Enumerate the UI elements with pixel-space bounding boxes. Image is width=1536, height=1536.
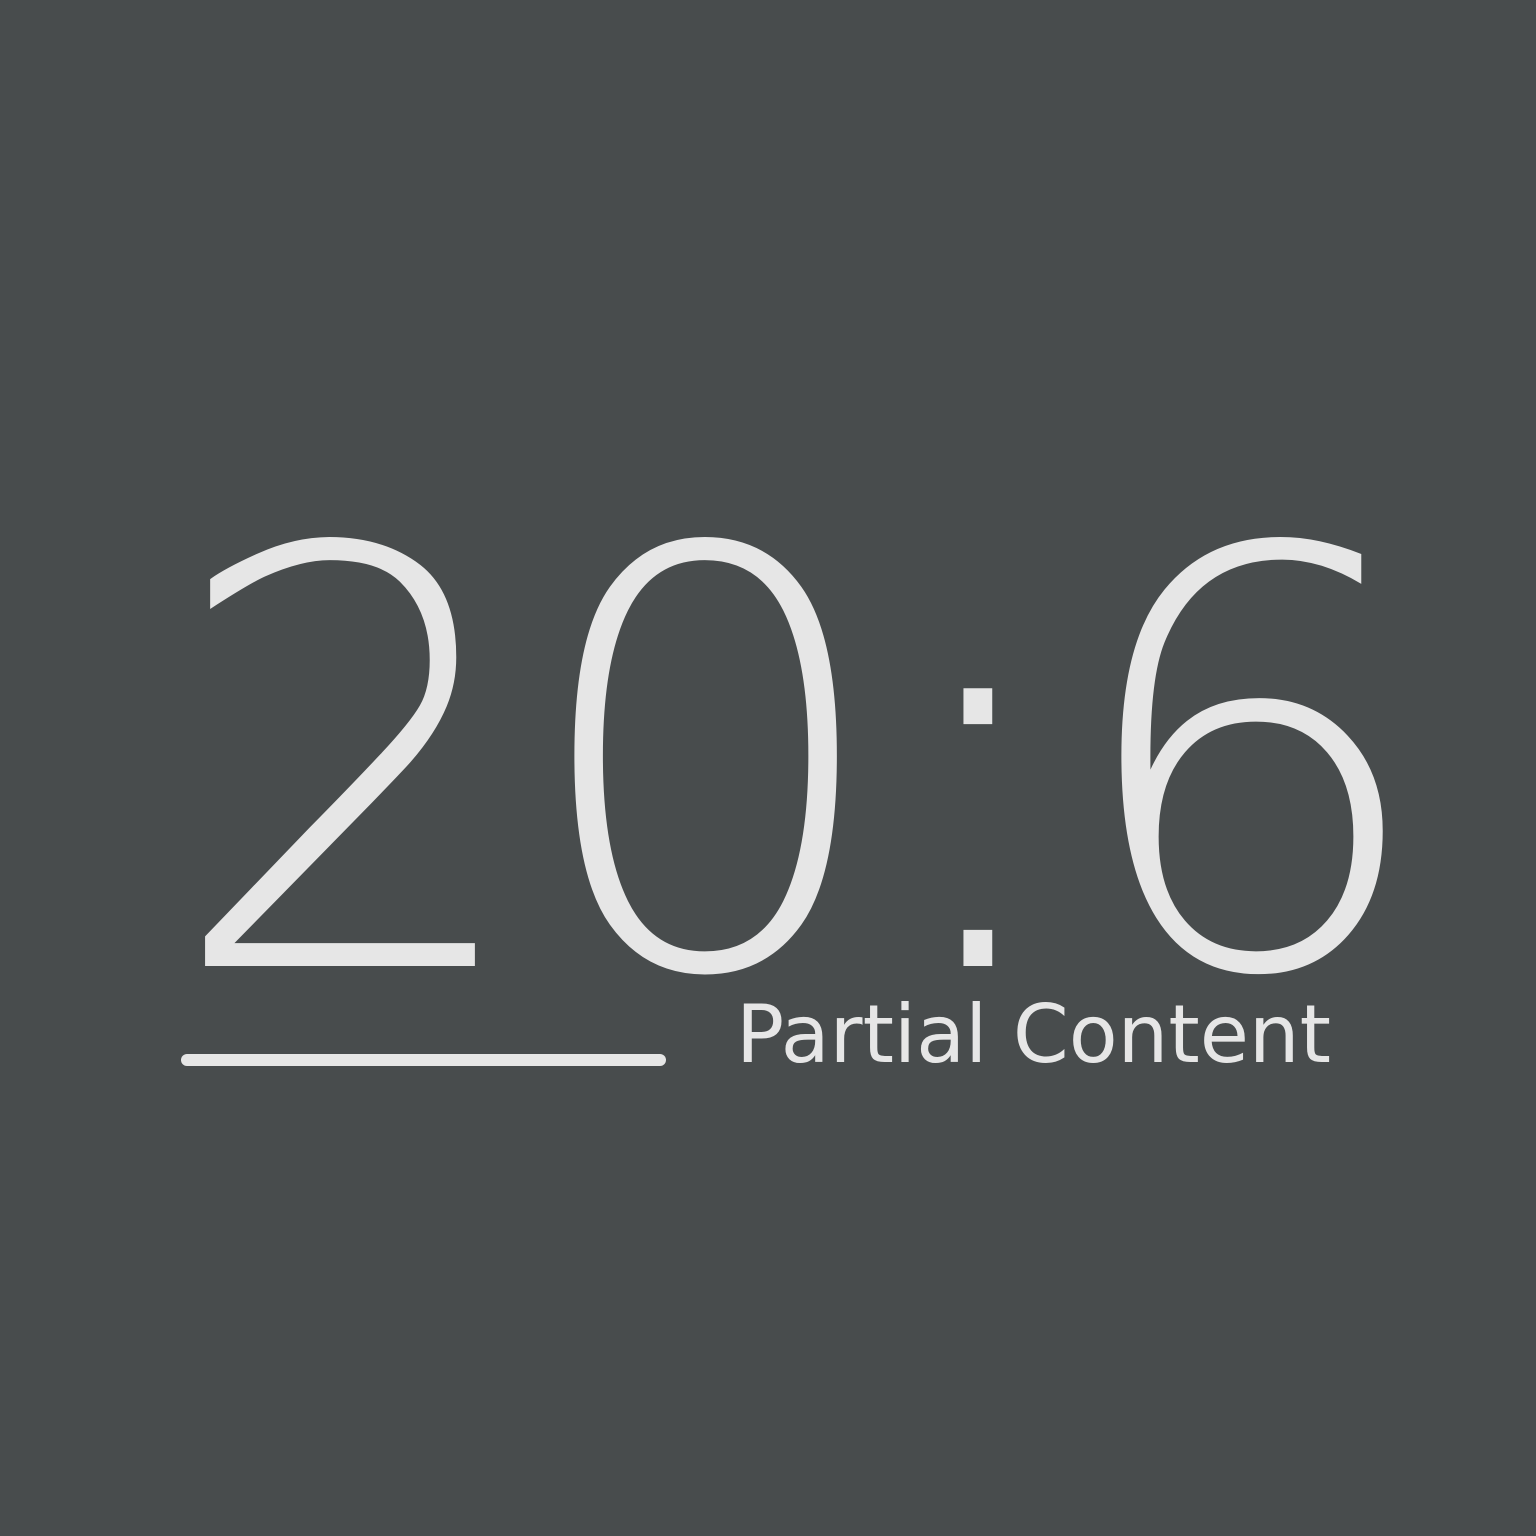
status-message: Partial Content [736,988,1331,1081]
status-screen: 20:6 Partial Content [0,0,1536,1536]
status-code: 20:6 [165,430,1433,1103]
divider-line [181,1054,666,1066]
